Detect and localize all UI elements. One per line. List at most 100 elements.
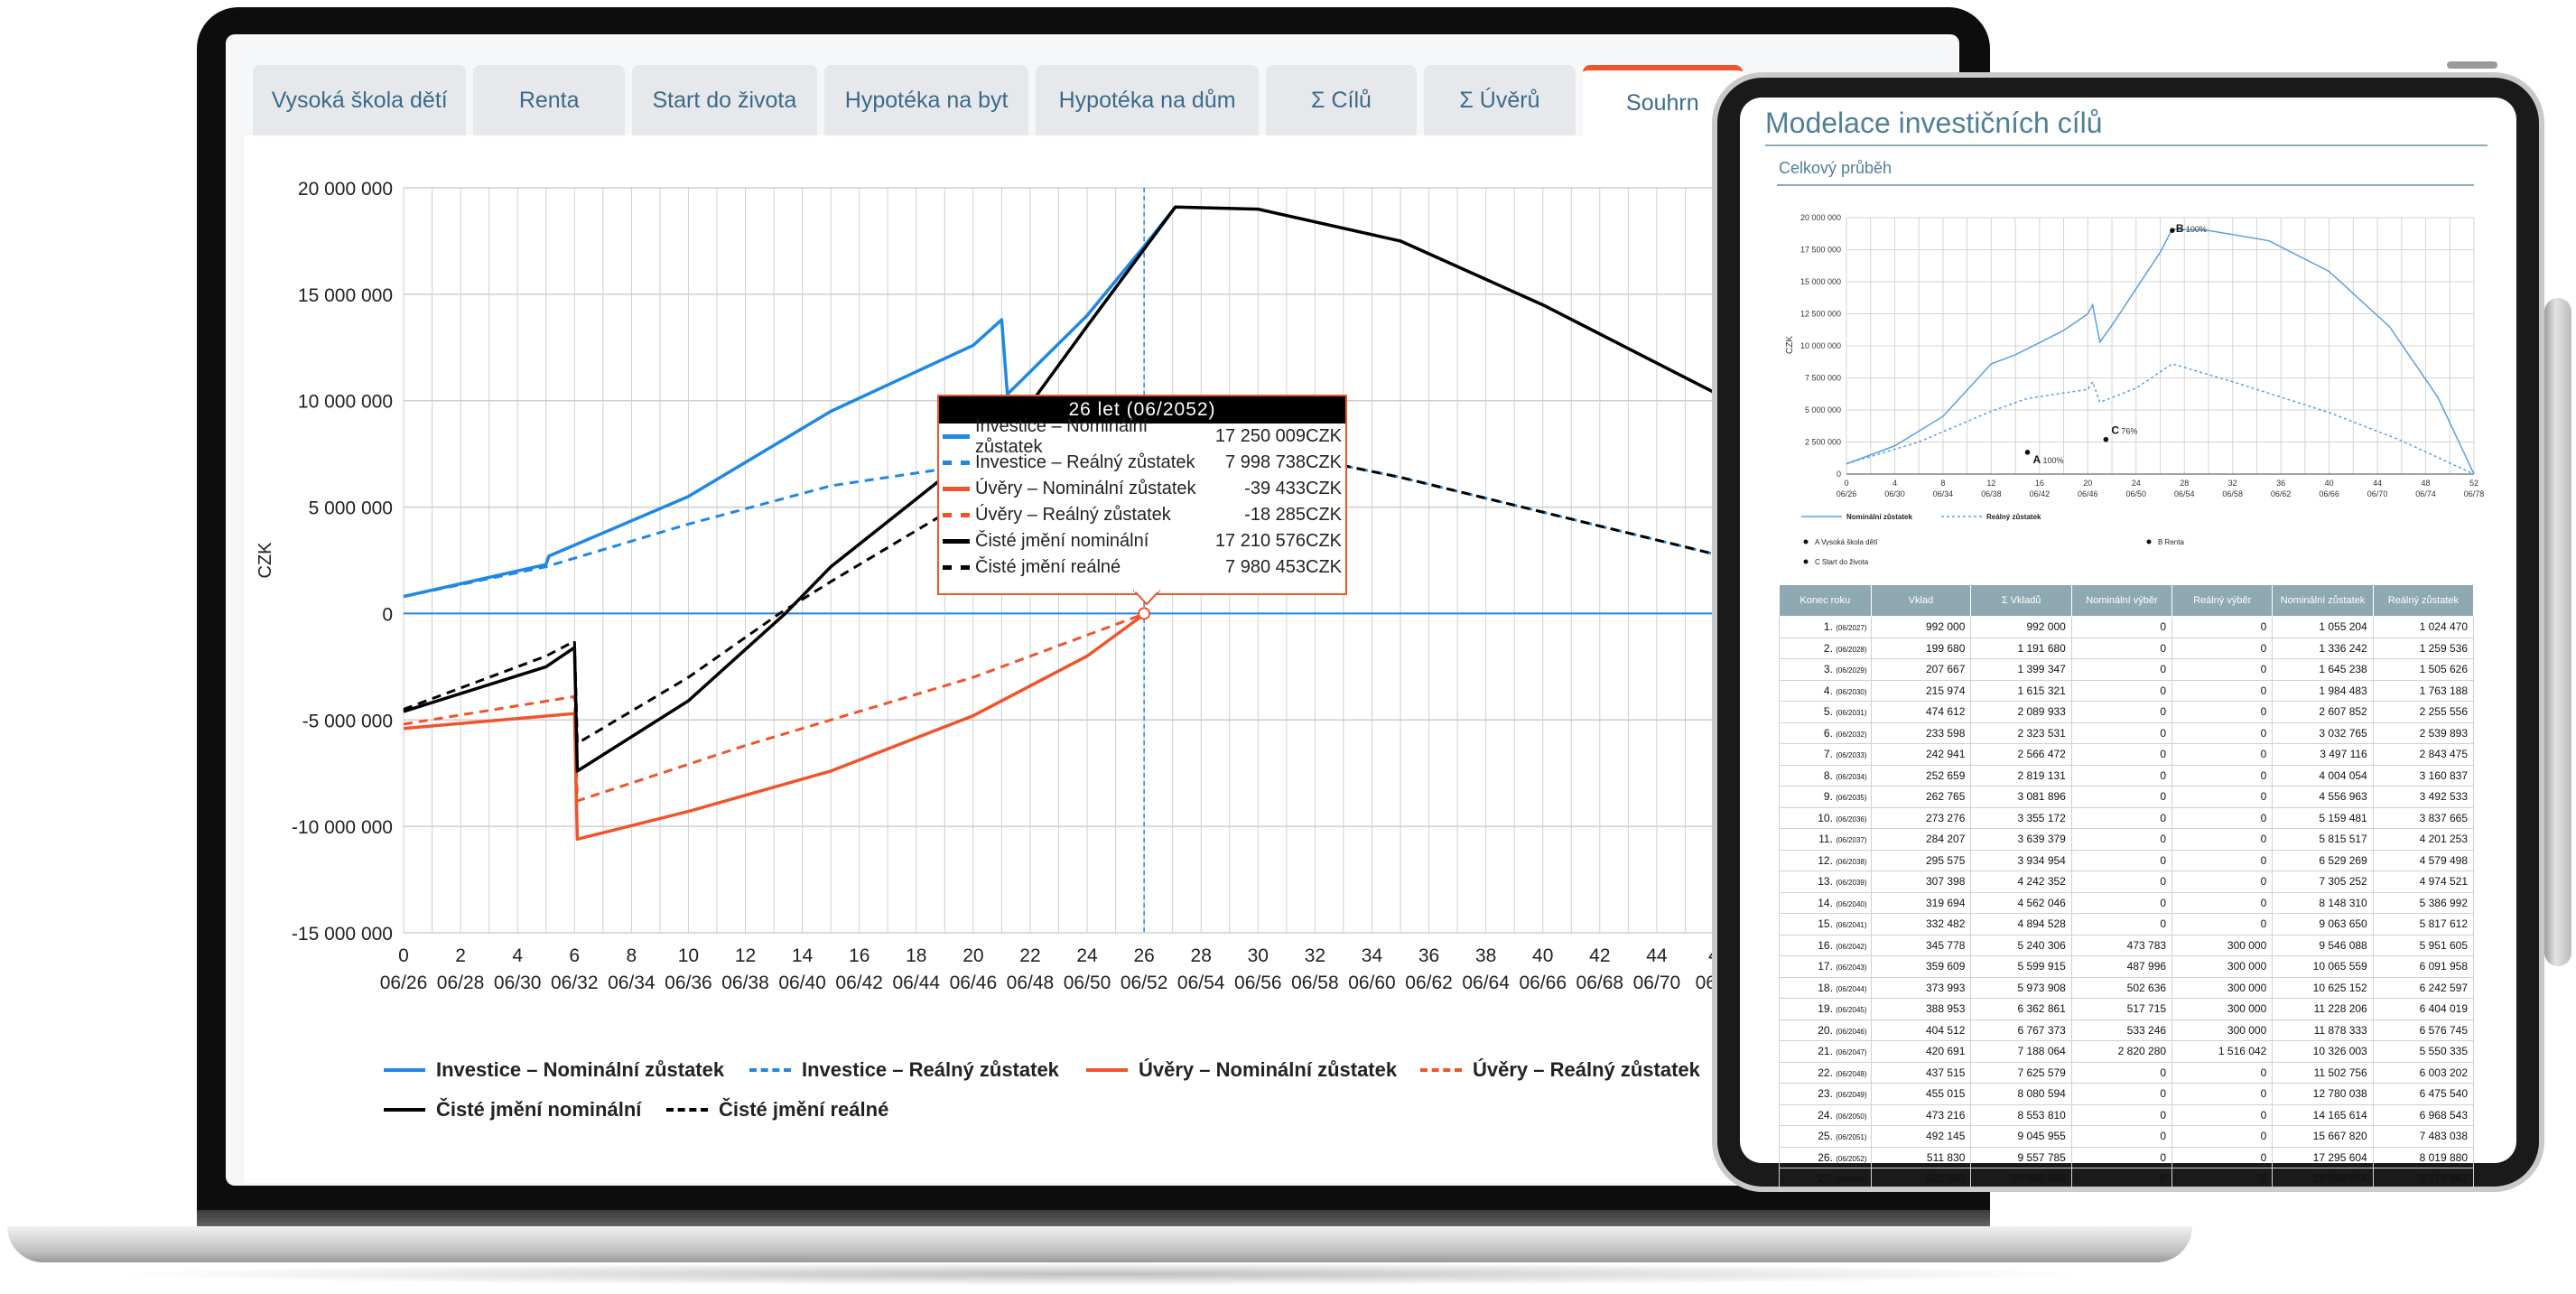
stylus-pencil [2544, 298, 2571, 966]
table-cell: 2 607 852 [2272, 701, 2374, 723]
table-cell: 307 398 [1870, 870, 1972, 893]
x-tick-year: 0 [1844, 479, 1848, 488]
tooltip-series-name: Investice – Nominální zůstatek [975, 415, 1149, 457]
goal-legend-label: A Vysoká škola dětí [1815, 538, 1878, 546]
table-cell: 295 575 [1870, 849, 1972, 871]
x-tick-date: 06/46 [2078, 489, 2098, 498]
y-tick-label: 20 000 000 [298, 179, 393, 200]
table-cell: 5 599 915 [1970, 955, 2072, 978]
table-cell: 3 355 172 [1970, 806, 2072, 829]
laptop-shadow [108, 1262, 2095, 1286]
table-row: 19. (06/2045) 388 953 6 362 861 517 715 300 … [1779, 998, 2475, 1020]
table-row: 2. (06/2028) 199 680 1 191 680 0 0 1 336 242 1… [1779, 637, 2475, 659]
table-cell: 332 482 [1870, 913, 1972, 936]
legend-swatch-icon [1086, 1068, 1128, 1072]
tablet-button [2447, 61, 2497, 69]
tooltip-series-name: Úvěry – Nominální zůstatek [975, 479, 1196, 498]
table-cell: 273 276 [1870, 806, 1972, 829]
x-tick-year: 0 [398, 945, 409, 966]
x-tick-year: 10 [678, 945, 699, 966]
table-cell: 0 [2070, 1061, 2173, 1084]
table-cell: 1 336 242 [2272, 637, 2374, 659]
x-tick-year: 26 [1133, 945, 1154, 966]
goal-marker [2103, 436, 2109, 442]
table-header-cell: Vklad [1870, 584, 1972, 617]
table-cell: 10 065 559 [2272, 955, 2374, 978]
cursor-point [1138, 607, 1151, 620]
table-cell: 5 951 605 [2372, 934, 2475, 956]
goal-marker [2170, 228, 2175, 233]
table-cell: 0 [2070, 913, 2173, 936]
tooltip-series-name: Investice – Reálný zůstatek [975, 452, 1195, 472]
table-cell: 4 556 963 [2272, 786, 2374, 808]
x-tick-date: 06/54 [1177, 973, 1225, 993]
table-cell: 207 667 [1870, 658, 1972, 681]
table-cell: 373 993 [1870, 976, 1972, 999]
table-cell: 4 894 528 [1970, 913, 2072, 936]
table-cell-year: 2. (06/2028) [1779, 637, 1872, 659]
x-tick-year: 16 [2035, 479, 2044, 488]
legend-item[interactable]: Investice – Reálný zůstatek [749, 1058, 1059, 1082]
x-tick-year: 32 [1305, 945, 1325, 966]
tooltip-unit: CZK [1306, 531, 1342, 551]
table-cell: 6 576 745 [2372, 1019, 2475, 1041]
tooltip-value: 17 250 009 [1214, 426, 1306, 446]
table-cell: 3 837 665 [2372, 806, 2475, 829]
y-axis-label: CZK [1785, 336, 1795, 354]
table-cell: 6 242 597 [2372, 976, 2475, 999]
table-cell: 0 [2070, 679, 2173, 702]
table-cell: 2 323 531 [1970, 721, 2072, 744]
tab-start-do-zivota[interactable]: Start do života [631, 65, 817, 135]
y-tick-label: 5 000 000 [309, 498, 393, 519]
table-cell: 7 305 252 [2272, 870, 2374, 893]
x-tick-year: 40 [2325, 479, 2334, 488]
legend-item[interactable]: Úvěry – Nominální zůstatek [1086, 1058, 1397, 1082]
x-tick-year: 34 [1362, 945, 1383, 966]
table-cell: 6 475 540 [2372, 1083, 2475, 1105]
x-tick-year: 40 [1532, 945, 1553, 966]
table-cell-year: 25. (06/2051) [1779, 1125, 1872, 1148]
table-row: 25. (06/2051) 492 145 9 045 955 0 0 15 667 82… [1779, 1125, 2475, 1148]
table-cell-year: 5. (06/2031) [1779, 701, 1872, 723]
y-tick-label: 5 000 000 [1805, 405, 1841, 414]
table-cell: 300 000 [2171, 1019, 2274, 1041]
table-cell: 1 505 626 [2372, 658, 2475, 681]
table-cell: 992 000 [1970, 616, 2072, 638]
tab-sum-cilu[interactable]: Σ Cílů [1265, 65, 1418, 135]
y-tick-label: -5 000 000 [302, 711, 393, 731]
legend-item[interactable]: Čisté jmění nominální [384, 1098, 641, 1122]
legend-label: Úvěry – Nominální zůstatek [1139, 1058, 1398, 1081]
table-cell: 7 625 579 [1970, 1061, 2072, 1084]
tab-hypoteka-dum[interactable]: Hypotéka na dům [1036, 65, 1259, 135]
table-cell: 3 639 379 [1970, 828, 2072, 851]
x-tick-year: 44 [2373, 479, 2382, 488]
tab-sum-uveru[interactable]: Σ Úvěrů [1424, 65, 1576, 135]
table-cell: 0 [2070, 828, 2173, 851]
table-row: 1. (06/2027) 992 000 992 000 0 0 1 055 204 1 0… [1779, 616, 2475, 638]
table-cell: 11 502 756 [2272, 1061, 2374, 1084]
y-axis-label: CZK [256, 542, 275, 579]
x-tick-date: 06/62 [1405, 973, 1453, 993]
y-tick-label: -15 000 000 [292, 924, 393, 945]
tooltip-row: Čisté jmění reálné 7 980 453 CZK [939, 554, 1345, 581]
table-cell: 11 878 333 [2272, 1019, 2374, 1041]
tablet-title: Modelace investičních cílů [1765, 107, 2103, 139]
table-cell: 511 830 [1870, 1146, 1972, 1168]
table-cell: 4 579 498 [2372, 849, 2475, 871]
title-divider [1765, 144, 2488, 146]
tab-vysoka-skola[interactable]: Vysoká škola dětí [253, 65, 467, 135]
tab-renta[interactable]: Renta [473, 65, 625, 135]
x-tick-year: 6 [569, 945, 580, 966]
tooltip-series-name: Úvěry – Reálný zůstatek [975, 505, 1171, 525]
legend-item[interactable]: Úvěry – Reálný zůstatek [1420, 1058, 1700, 1082]
table-row: 26. (06/2052) 511 830 9 557 785 0 0 17 295 60… [1779, 1146, 2475, 1168]
tooltip-value: -18 285 [1244, 505, 1306, 525]
table-cell: 19 058 574 [2272, 1168, 2374, 1190]
legend-item[interactable]: Investice – Nominální zůstatek [384, 1058, 724, 1082]
tooltip-unit: CZK [1306, 426, 1342, 446]
table-cell: 0 [2070, 616, 2173, 638]
tab-hypoteka-byt[interactable]: Hypotéka na byt [823, 65, 1029, 135]
table-cell: 8 553 810 [1970, 1103, 2072, 1126]
legend-item[interactable]: Čisté jmění reálné [666, 1098, 888, 1122]
table-cell: 9 063 650 [2272, 913, 2374, 936]
